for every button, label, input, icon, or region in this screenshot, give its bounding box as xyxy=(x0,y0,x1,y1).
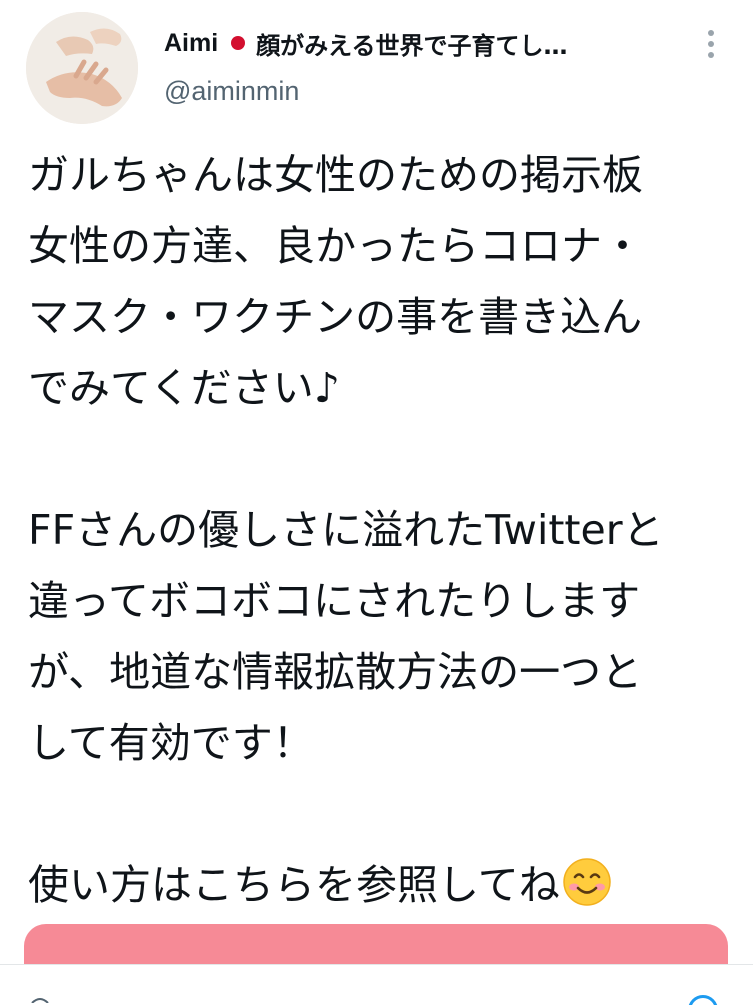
tweet-line: ガルちゃんは女性のための掲示板 xyxy=(28,151,643,199)
paragraph-break xyxy=(28,424,743,495)
more-options-icon[interactable] xyxy=(700,28,722,60)
tweet-line: でみてください♪ xyxy=(28,364,340,412)
avatar-hands-image xyxy=(26,12,138,124)
tweet-line-text: 使い方はこちらを参照してね xyxy=(28,861,560,909)
tweet-line: して有効です！ xyxy=(28,719,314,767)
tweet-line: が、地道な情報拡散方法の一つと xyxy=(28,648,643,696)
display-name-suffix[interactable]: 顔がみえる世界で子育てし… xyxy=(256,26,567,60)
share-icon[interactable] xyxy=(688,995,718,1005)
avatar[interactable] xyxy=(26,12,138,124)
reply-icon[interactable] xyxy=(30,997,50,1003)
display-name[interactable]: Aimi xyxy=(164,29,218,58)
paragraph-break xyxy=(28,779,743,850)
bottom-action-bar xyxy=(0,964,753,1005)
japan-flag-icon xyxy=(224,32,252,54)
tweet-line: 違ってボコボコにされたりします xyxy=(28,577,641,625)
tweet-line: FFさんの優しさに溢れたTwitterと xyxy=(28,506,664,554)
tweet-header: Aimi 顔がみえる世界で子育てし… @aiminmin xyxy=(0,0,753,130)
author-name-row[interactable]: Aimi 顔がみえる世界で子育てし… xyxy=(164,26,684,60)
user-handle[interactable]: @aiminmin xyxy=(164,76,299,107)
tweet-line: マスク・ワクチンの事を書き込ん xyxy=(28,293,643,341)
tweet-line: 女性の方達、良かったらコロナ・ xyxy=(28,222,643,270)
tweet-text: ガルちゃんは女性のための掲示板 女性の方達、良かったらコロナ・ マスク・ワクチン… xyxy=(28,140,743,921)
tweet: Aimi 顔がみえる世界で子育てし… @aiminmin ガルちゃんは女性のため… xyxy=(0,0,753,1005)
smiling-face-emoji-icon xyxy=(563,858,611,906)
tweet-line-last: 使い方はこちらを参照してね xyxy=(28,850,743,921)
